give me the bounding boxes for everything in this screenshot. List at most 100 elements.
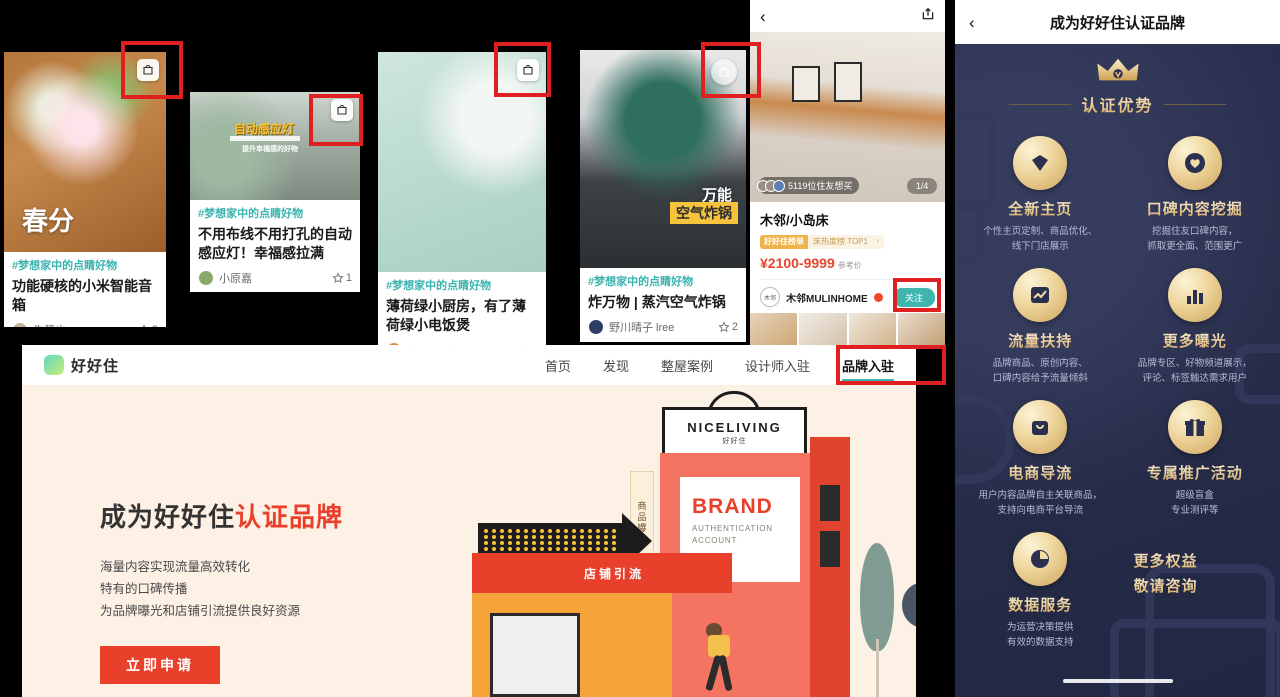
benefit-item[interactable]: 电商导流 用户内容品牌自主关联商品， 支持向电商平台导流 [963,400,1118,518]
verified-badge-icon [873,292,883,302]
card-image[interactable] [378,52,546,272]
card-tag[interactable]: #梦想家中的点睛好物 [588,274,738,290]
benefit-title: 流量扶持 [963,330,1118,351]
favorite-count[interactable]: 2 [718,321,738,333]
card-image[interactable]: 自动感应灯 提升幸福感的好物 [190,92,360,200]
nav-item-home[interactable]: 首页 [545,345,571,385]
benefit-title: 全新主页 [963,198,1118,219]
avatar [588,319,604,335]
rank-badge-right: 床热度榜.TOP1 [808,235,884,249]
benefit-item[interactable]: 全新主页 个性主页定制、商品优化、 线下门店展示 [963,136,1118,254]
follow-button[interactable]: 关注 [892,287,935,307]
shopping-bag-icon[interactable] [137,59,159,81]
card-title[interactable]: 薄荷绿小厨房，有了薄荷绿小电饭煲 [386,297,538,335]
marquee-en-text: NICELIVING [687,420,782,435]
shopping-bag-icon[interactable] [711,59,737,85]
avatar-stack [757,179,785,192]
trend-chart-icon [1013,268,1068,322]
benefit-title: 电商导流 [963,462,1118,483]
back-chevron-icon[interactable]: ‹ [969,14,975,31]
hero-text-block: 成为好好住认证品牌 海量内容实现流量高效转化 特有的口碑传播 为品牌曝光和店铺引… [100,497,343,684]
price-note: 参考价 [837,261,862,270]
section-title: 认证优势 [1081,92,1153,116]
hero-subtext: 海量内容实现流量高效转化 特有的口碑传播 为品牌曝光和店铺引流提供良好资源 [100,556,343,622]
arrow-dots [484,529,624,553]
bar-chart-icon [1167,268,1222,322]
star-icon [332,272,344,283]
brand-sign-sub: AUTHENTICATION ACCOUNT [692,523,800,547]
card-title[interactable]: 炸万物 | 蒸汽空气炸锅 [588,293,738,312]
benefit-item[interactable]: 流量扶持 品牌商品、原创内容、 口碑内容给予流量倾斜 [963,268,1118,386]
pie-chart-icon [1013,532,1068,586]
benefit-desc: 挖掘住友口碑内容， 抓取更全面、范围更广 [1147,226,1243,252]
product-rank-badge[interactable]: 好好住榜单 床热度榜.TOP1 [760,235,884,249]
tree-tall [860,543,894,697]
card-image[interactable]: 万能 空气炸锅 [580,50,746,268]
nav-items: 首页 发现 整屋案例 设计师入驻 品牌入驻 [545,345,895,385]
card-image[interactable]: 春分 [4,52,166,252]
nav-item-brand-onboarding[interactable]: 品牌入驻 [841,345,895,385]
divider-right [1163,103,1226,105]
benefit-item[interactable]: 专属推广活动 超级盲盒 专业测评等 [1118,400,1273,518]
site-navbar: 好好住 首页 发现 整屋案例 设计师入驻 品牌入驻 [22,345,916,385]
card-title[interactable]: 不用布线不用打孔的自动感应灯！幸福感拉满 [198,225,352,263]
hero-line: 海量内容实现流量高效转化 [100,560,251,574]
shopping-bag-icon[interactable] [331,99,353,121]
brand-row[interactable]: 木邻 木邻MULINHOME 关注 [760,280,935,311]
hero-wishlist-badge: 5119位住友想买 [757,177,860,194]
crown-icon [1095,56,1141,91]
marquee-cn-text: 好好住 [722,438,747,445]
shop-window [820,485,840,521]
hero-illustration: NICELIVING 好好住 商品曝光 BRAND AUTHENTICATION… [412,385,916,697]
shop-window [820,531,840,567]
benefit-item[interactable]: 口碑内容挖掘 挖掘住友口碑内容， 抓取更全面、范围更广 [1118,136,1273,254]
leaf-logo-icon[interactable] [44,355,64,375]
divider-left [1009,103,1072,105]
card-tag[interactable]: #梦想家中的点睛好物 [198,206,352,222]
feed-card[interactable]: 春分 #梦想家中的点睛好物 功能硬核的小米智能音箱 朱莉也 2 [4,52,166,327]
product-price: ¥2100-9999 参考价 [760,255,935,271]
shopping-bag-icon[interactable] [517,59,539,81]
benefit-desc: 品牌专区、好物频道展示， 评论、标签触达需求用户 [1137,358,1252,384]
product-hero-image[interactable]: 5119位住友想买 1/4 [750,32,945,202]
price-value: ¥2100-9999 [760,255,835,271]
card-tag[interactable]: #梦想家中的点睛好物 [386,278,538,294]
site-logo-text[interactable]: 好好住 [71,355,119,376]
back-chevron-icon[interactable]: ‹ [760,8,766,25]
card-author[interactable]: 野川晴子 lree [588,319,674,335]
favorite-number: 2 [152,324,158,327]
favorite-number: 1 [345,272,352,284]
hero-image-counter: 1/4 [907,178,937,194]
more-benefits-line1: 更多权益 [1134,550,1273,571]
card-image-overlay-text: 春分 [22,206,75,236]
share-icon[interactable] [921,7,935,26]
author-name: 朱莉也 [33,322,66,327]
benefit-desc: 个性主页定制、商品优化、 线下门店展示 [983,226,1098,252]
feed-card[interactable]: 自动感应灯 提升幸福感的好物 #梦想家中的点睛好物 不用布线不用打孔的自动感应灯… [190,92,360,292]
nav-item-discover[interactable]: 发现 [603,345,629,385]
page-title: 成为好好住认证品牌 [1049,14,1185,32]
panel-header: ‹ 成为好好住认证品牌 [955,0,1280,44]
card-author[interactable]: 朱莉也 [12,322,66,327]
feed-card[interactable]: #梦想家中的点睛好物 薄荷绿小厨房，有了薄荷绿小电饭煲 很绿 de 小绿 1 [378,52,546,352]
benefits-grid: 全新主页 个性主页定制、商品优化、 线下门店展示 口碑内容挖掘 挖掘住友口碑内容… [955,136,1280,650]
brand-landing-page: 好好住 首页 发现 整屋案例 设计师入驻 品牌入驻 成为好好住认证品牌 海量内容… [22,345,916,697]
author-name: 野川晴子 lree [609,322,675,334]
card-image-overlay-text: 自动感应灯 [234,122,295,136]
apply-now-button[interactable]: 立即申请 [100,646,220,684]
walking-person-body [708,635,730,657]
shop-glass-window [490,613,580,697]
benefit-item[interactable]: 更多曝光 品牌专区、好物频道展示， 评论、标签触达需求用户 [1118,268,1273,386]
nav-item-whole-house-cases[interactable]: 整屋案例 [661,345,713,385]
nav-item-designer-onboarding[interactable]: 设计师入驻 [745,345,810,385]
card-title[interactable]: 功能硬核的小米智能音箱 [12,277,158,315]
benefit-title: 更多曝光 [1118,330,1273,351]
feed-card[interactable]: 万能 空气炸锅 #梦想家中的点睛好物 炸万物 | 蒸汽空气炸锅 野川晴子 lre… [580,50,746,342]
favorite-count[interactable]: 2 [138,324,158,327]
favorite-count[interactable]: 1 [332,272,352,284]
benefit-title: 数据服务 [963,594,1118,615]
shop-counter: 店铺引流 [472,553,732,593]
card-tag[interactable]: #梦想家中的点睛好物 [12,258,158,274]
card-author[interactable]: 小原嘉 [198,270,252,286]
benefit-item[interactable]: 数据服务 为运营决策提供 有效的数据支持 [963,532,1118,650]
